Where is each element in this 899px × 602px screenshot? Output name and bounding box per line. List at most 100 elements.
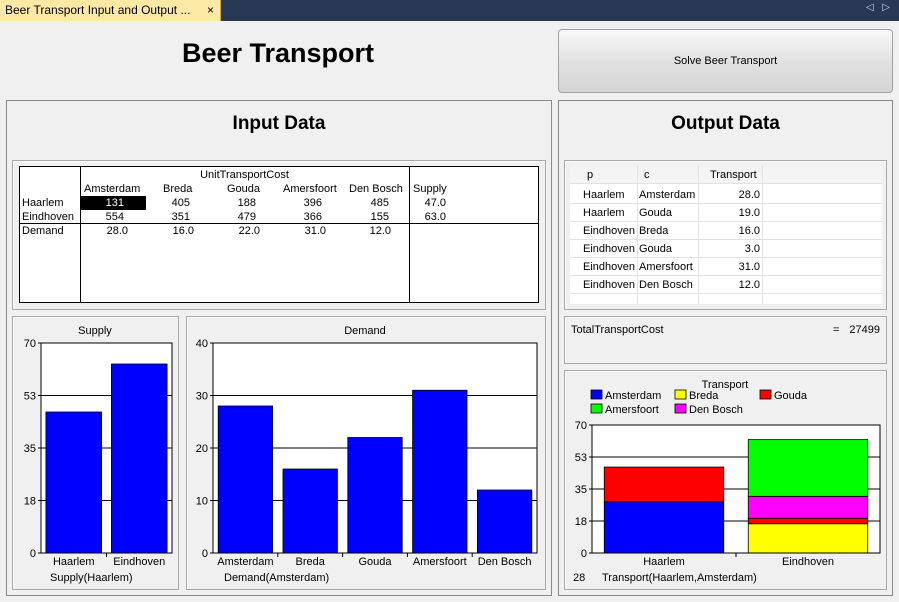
x-tick-label: Breda [296, 556, 326, 568]
cost-cell-selected[interactable]: 131 [80, 196, 146, 210]
bar-amersfoort [412, 389, 468, 554]
demand-cell[interactable]: 31.0 [276, 225, 326, 237]
supply-chart: 0 18 35 53 70 Haarlem Eindhoven Supply Supply(Ha… [24, 325, 173, 584]
bar-gouda [347, 437, 403, 554]
chart-footer-value: 28 [573, 572, 585, 584]
cell-transport: 28.0 [738, 189, 760, 201]
transport-chart: 018355370Haarlem EindhovenTransportAmster… [573, 379, 881, 584]
table-row[interactable]: Eindhoven Amersfoort 31.0 [570, 258, 882, 276]
legend-label-amsterdam: Amsterdam [605, 390, 661, 402]
cost-cell[interactable]: 396 [276, 197, 322, 209]
demand-cell[interactable]: 22.0 [210, 225, 260, 237]
cell-p: Haarlem [583, 189, 625, 201]
bar-segment-gouda [603, 466, 725, 503]
total-cost-label: TotalTransportCost [571, 324, 664, 336]
x-tick-label: Eindhoven [113, 556, 165, 568]
demand-cell[interactable]: 28.0 [80, 225, 128, 237]
chart-title: Supply [78, 325, 112, 337]
demand-cell[interactable]: 16.0 [146, 225, 194, 237]
cost-cell[interactable]: 188 [210, 197, 256, 209]
cell-transport: 31.0 [738, 261, 760, 273]
column-header-amsterdam: Amsterdam [84, 183, 141, 195]
column-header-p: p [587, 169, 594, 181]
legend-label-gouda: Gouda [774, 390, 808, 402]
x-tick-label: Haarlem [643, 556, 685, 568]
column-header-transport: Transport [710, 169, 757, 181]
legend-swatch-breda [674, 389, 687, 400]
solve-button-label: Solve Beer Transport [673, 55, 778, 67]
table-row[interactable]: Eindhoven Den Bosch 12.0 [570, 276, 882, 294]
document-tab[interactable]: Beer Transport Input and Output ... × [0, 0, 221, 21]
y-tick-label: 0 [581, 548, 587, 560]
y-tick-label: 70 [575, 420, 587, 432]
cost-cell[interactable]: 351 [146, 211, 190, 223]
bar-haarlem [45, 411, 102, 554]
x-tick-label: Eindhoven [782, 556, 834, 568]
y-tick-label: 70 [24, 338, 36, 350]
chart-title: Demand [344, 325, 386, 337]
legend-swatch-amersfoort [590, 403, 603, 414]
cost-header: UnitTransportCost [200, 169, 289, 181]
legend-label-den-bosch: Den Bosch [689, 404, 743, 416]
cost-cell[interactable]: 479 [210, 211, 256, 223]
cell-p: Eindhoven [583, 279, 635, 291]
y-tick-label: 35 [575, 484, 587, 496]
y-tick-label: 53 [24, 391, 36, 403]
table-row[interactable]: Haarlem Amsterdam 28.0 [570, 186, 882, 204]
cell-transport: 12.0 [738, 279, 760, 291]
cell-transport: 19.0 [738, 207, 760, 219]
y-tick-label: 30 [196, 391, 208, 403]
tab-title: Beer Transport Input and Output ... [5, 3, 191, 17]
bar-den-bosch [476, 489, 533, 554]
supply-cell[interactable]: 47.0 [410, 197, 446, 209]
output-table-header: p c Transport [570, 166, 882, 184]
total-cost-value: 27499 [849, 324, 880, 336]
table-divider [20, 223, 538, 224]
cell-c: Amsterdam [639, 189, 696, 201]
y-tick-label: 0 [202, 548, 208, 560]
total-cost-equals: = [833, 324, 840, 336]
cell-c: Gouda [639, 243, 673, 255]
cell-p: Eindhoven [583, 225, 635, 237]
bar-segment-den-bosch [747, 495, 869, 519]
bar-segment-gouda [747, 517, 869, 525]
demand-cell[interactable]: 12.0 [343, 225, 391, 237]
cost-cell[interactable]: 155 [343, 211, 389, 223]
output-data-title: Output Data [671, 113, 780, 134]
cost-cell[interactable]: 405 [146, 197, 190, 209]
y-tick-label: 0 [30, 548, 36, 560]
legend-swatch-amsterdam [590, 389, 603, 400]
y-tick-label: 10 [196, 496, 208, 508]
cost-cell[interactable]: 366 [276, 211, 322, 223]
row-label-demand: Demand [22, 225, 64, 237]
bar-segment-amersfoort [747, 439, 869, 497]
cost-table: UnitTransportCost Supply Amsterdam Breda… [19, 166, 539, 303]
table-row[interactable]: Eindhoven Gouda 3.0 [570, 240, 882, 258]
column-header-amersfoort: Amersfoort [283, 183, 337, 195]
solve-button[interactable]: Solve Beer Transport [558, 29, 893, 93]
close-icon[interactable]: × [207, 0, 214, 21]
table-row[interactable]: Haarlem Gouda 19.0 [570, 204, 882, 222]
output-table: p c Transport Haarlem Amsterdam 28.0 Haa… [570, 166, 882, 304]
cell-p: Haarlem [583, 207, 625, 219]
x-tick-label: Gouda [358, 556, 392, 568]
tab-scroll-arrows-icon[interactable]: ◁ ▷ [866, 2, 893, 13]
bar-segment-amsterdam [603, 501, 725, 554]
bar-breda [282, 468, 338, 554]
column-header-breda: Breda [163, 183, 193, 195]
cell-c: Amersfoort [639, 261, 693, 273]
legend-label-amersfoort: Amersfoort [605, 404, 659, 416]
cost-cell[interactable]: 554 [80, 211, 124, 223]
x-tick-label: Amersfoort [413, 556, 467, 568]
chart-footer: Supply(Haarlem) [50, 572, 133, 584]
y-tick-label: 18 [575, 516, 587, 528]
x-tick-label: Den Bosch [478, 556, 532, 568]
supply-cell[interactable]: 63.0 [410, 211, 446, 223]
y-tick-label: 35 [24, 443, 36, 455]
page-title: Beer Transport [181, 38, 375, 68]
table-row[interactable]: Eindhoven Breda 16.0 [570, 222, 882, 240]
table-divider [409, 167, 410, 302]
x-tick-label: Haarlem [53, 556, 95, 568]
row-label-haarlem: Haarlem [22, 197, 64, 209]
cost-cell[interactable]: 485 [343, 197, 389, 209]
